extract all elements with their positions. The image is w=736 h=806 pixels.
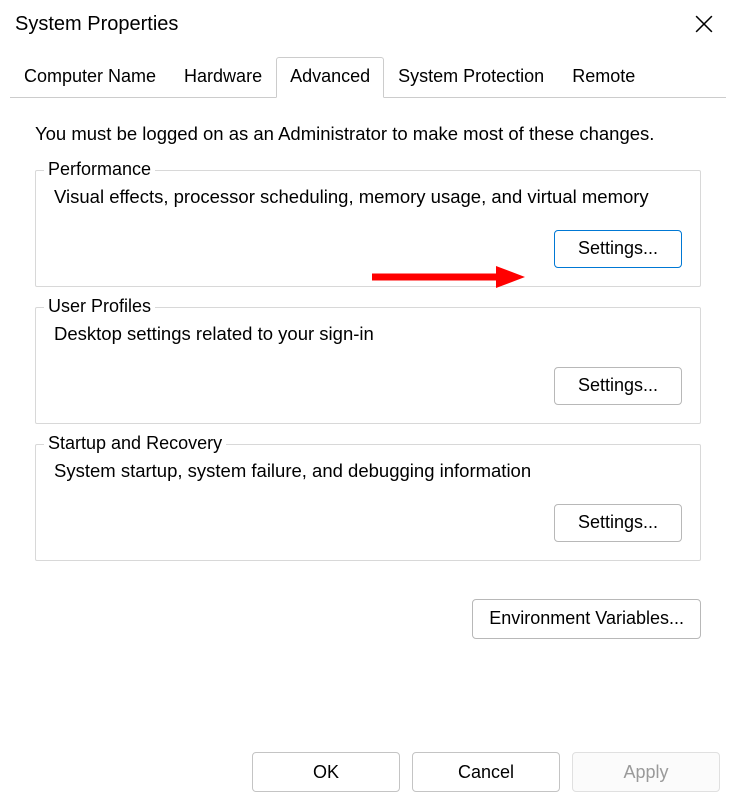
environment-variables-row: Environment Variables...: [0, 591, 736, 639]
user-profiles-settings-button[interactable]: Settings...: [554, 367, 682, 405]
performance-settings-button[interactable]: Settings...: [554, 230, 682, 268]
dialog-button-bar: OK Cancel Apply: [252, 752, 720, 792]
environment-variables-button[interactable]: Environment Variables...: [472, 599, 701, 639]
tab-computer-name[interactable]: Computer Name: [10, 57, 170, 98]
tab-hardware[interactable]: Hardware: [170, 57, 276, 98]
user-profiles-legend: User Profiles: [44, 296, 155, 317]
cancel-button[interactable]: Cancel: [412, 752, 560, 792]
titlebar: System Properties: [0, 0, 736, 44]
apply-button: Apply: [572, 752, 720, 792]
performance-group: Performance Visual effects, processor sc…: [35, 170, 701, 287]
startup-recovery-settings-button[interactable]: Settings...: [554, 504, 682, 542]
tabstrip: Computer Name Hardware Advanced System P…: [10, 56, 726, 98]
user-profiles-description: Desktop settings related to your sign-in: [54, 322, 682, 347]
performance-button-row: Settings...: [54, 230, 682, 268]
startup-recovery-legend: Startup and Recovery: [44, 433, 226, 454]
tab-advanced[interactable]: Advanced: [276, 57, 384, 98]
ok-button[interactable]: OK: [252, 752, 400, 792]
user-profiles-group: User Profiles Desktop settings related t…: [35, 307, 701, 424]
startup-recovery-description: System startup, system failure, and debu…: [54, 459, 682, 484]
startup-recovery-button-row: Settings...: [54, 504, 682, 542]
performance-description: Visual effects, processor scheduling, me…: [54, 185, 682, 210]
close-icon: [695, 15, 713, 33]
tab-remote[interactable]: Remote: [558, 57, 649, 98]
close-button[interactable]: [690, 10, 718, 38]
tab-system-protection[interactable]: System Protection: [384, 57, 558, 98]
admin-notice-text: You must be logged on as an Administrato…: [35, 123, 701, 145]
system-properties-dialog: System Properties Computer Name Hardware…: [0, 0, 736, 806]
user-profiles-button-row: Settings...: [54, 367, 682, 405]
dialog-title: System Properties: [15, 13, 178, 36]
performance-legend: Performance: [44, 159, 155, 180]
startup-recovery-group: Startup and Recovery System startup, sys…: [35, 444, 701, 561]
tab-content-advanced: You must be logged on as an Administrato…: [0, 98, 736, 591]
